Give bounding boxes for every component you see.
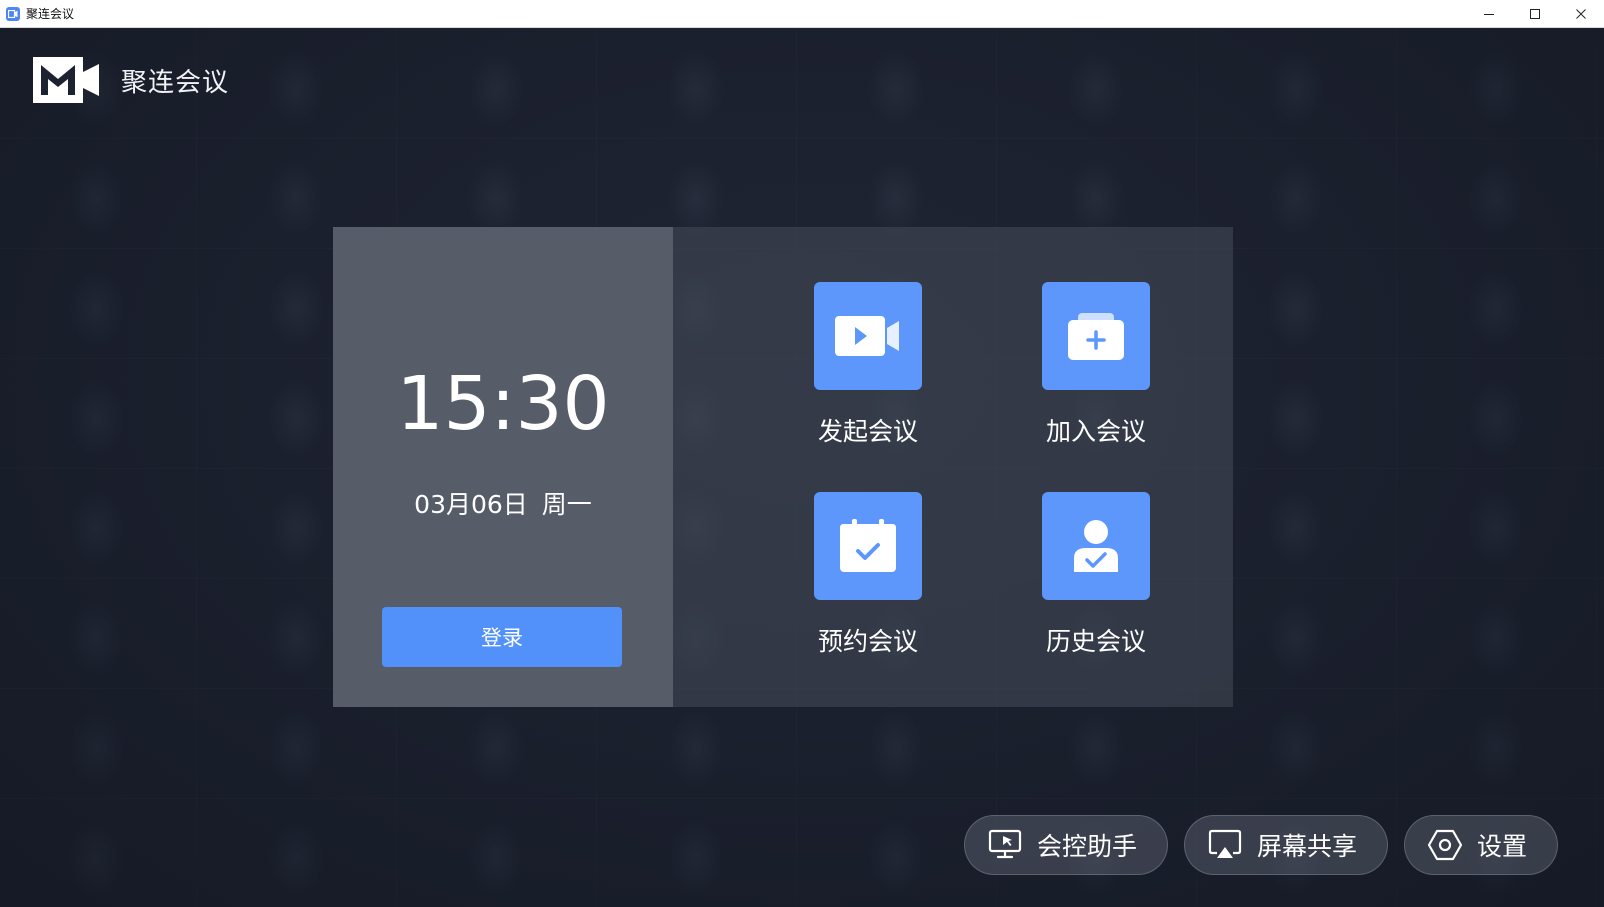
app-small-icon bbox=[6, 6, 20, 21]
clock-date: 03月06日 周一 bbox=[333, 485, 673, 521]
close-icon bbox=[1576, 8, 1586, 19]
screen-share-button[interactable]: 屏幕共享 bbox=[1184, 815, 1388, 875]
weekday-text: 周一 bbox=[541, 490, 592, 519]
minimize-icon bbox=[1484, 13, 1494, 15]
calendar-check-icon bbox=[840, 519, 896, 572]
settings-label: 设置 bbox=[1477, 832, 1528, 861]
user-check-icon bbox=[1074, 520, 1118, 572]
meeting-control-icon-wrap bbox=[987, 827, 1023, 863]
clock-panel: 15:30 03月06日 周一 登录 bbox=[333, 227, 673, 707]
join-meeting-icon-box bbox=[1042, 282, 1150, 390]
meeting-control-button[interactable]: 会控助手 bbox=[964, 815, 1168, 875]
minimize-button[interactable] bbox=[1466, 0, 1512, 27]
history-meeting-icon-box bbox=[1042, 492, 1150, 600]
schedule-meeting-icon-box bbox=[814, 492, 922, 600]
app-window: 聚连会议 聚连会议 15:30 03月06日 周一 登录 发起会议 加入会议 预… bbox=[0, 0, 1604, 907]
start-meeting-icon-box bbox=[814, 282, 922, 390]
join-meeting-label: 加入会议 bbox=[1045, 417, 1146, 446]
window-controls bbox=[1466, 0, 1604, 27]
title-bar: 聚连会议 bbox=[0, 0, 1604, 28]
brand-camera-m-icon bbox=[33, 57, 99, 103]
history-meeting-label: 历史会议 bbox=[1045, 627, 1146, 656]
screen-share-icon-wrap bbox=[1207, 827, 1243, 863]
maximize-icon bbox=[1530, 8, 1540, 19]
video-camera-icon bbox=[835, 316, 899, 356]
maximize-button[interactable] bbox=[1512, 0, 1558, 27]
screen-share-icon bbox=[1208, 829, 1242, 858]
join-meeting-tile[interactable]: 加入会议 bbox=[1016, 282, 1176, 448]
login-button[interactable]: 登录 bbox=[382, 607, 622, 667]
close-button[interactable] bbox=[1558, 0, 1604, 27]
screen-share-label: 屏幕共享 bbox=[1257, 832, 1358, 861]
history-meeting-tile[interactable]: 历史会议 bbox=[1016, 492, 1176, 658]
schedule-meeting-label: 预约会议 bbox=[817, 627, 918, 656]
clock-time: 15:30 bbox=[396, 361, 610, 447]
window-title: 聚连会议 bbox=[26, 7, 75, 21]
actions-panel: 发起会议 加入会议 预约会议 历史会议 bbox=[673, 227, 1233, 707]
date-text: 03月06日 bbox=[414, 490, 528, 519]
meeting-control-icon bbox=[988, 829, 1022, 859]
meeting-control-label: 会控助手 bbox=[1037, 832, 1138, 861]
main-panel: 15:30 03月06日 周一 登录 发起会议 加入会议 预约会议 历史会议 bbox=[333, 227, 1233, 707]
settings-hexagon-icon bbox=[1428, 829, 1462, 861]
start-meeting-tile[interactable]: 发起会议 bbox=[788, 282, 948, 448]
schedule-meeting-tile[interactable]: 预约会议 bbox=[788, 492, 948, 658]
settings-icon-wrap bbox=[1427, 827, 1463, 863]
bottom-toolbar: 会控助手 屏幕共享 设置 bbox=[964, 815, 1558, 875]
start-meeting-label: 发起会议 bbox=[817, 417, 918, 446]
brand: 聚连会议 bbox=[33, 57, 229, 103]
settings-button[interactable]: 设置 bbox=[1404, 815, 1558, 875]
folder-plus-icon bbox=[1068, 313, 1124, 360]
brand-name: 聚连会议 bbox=[121, 67, 230, 98]
